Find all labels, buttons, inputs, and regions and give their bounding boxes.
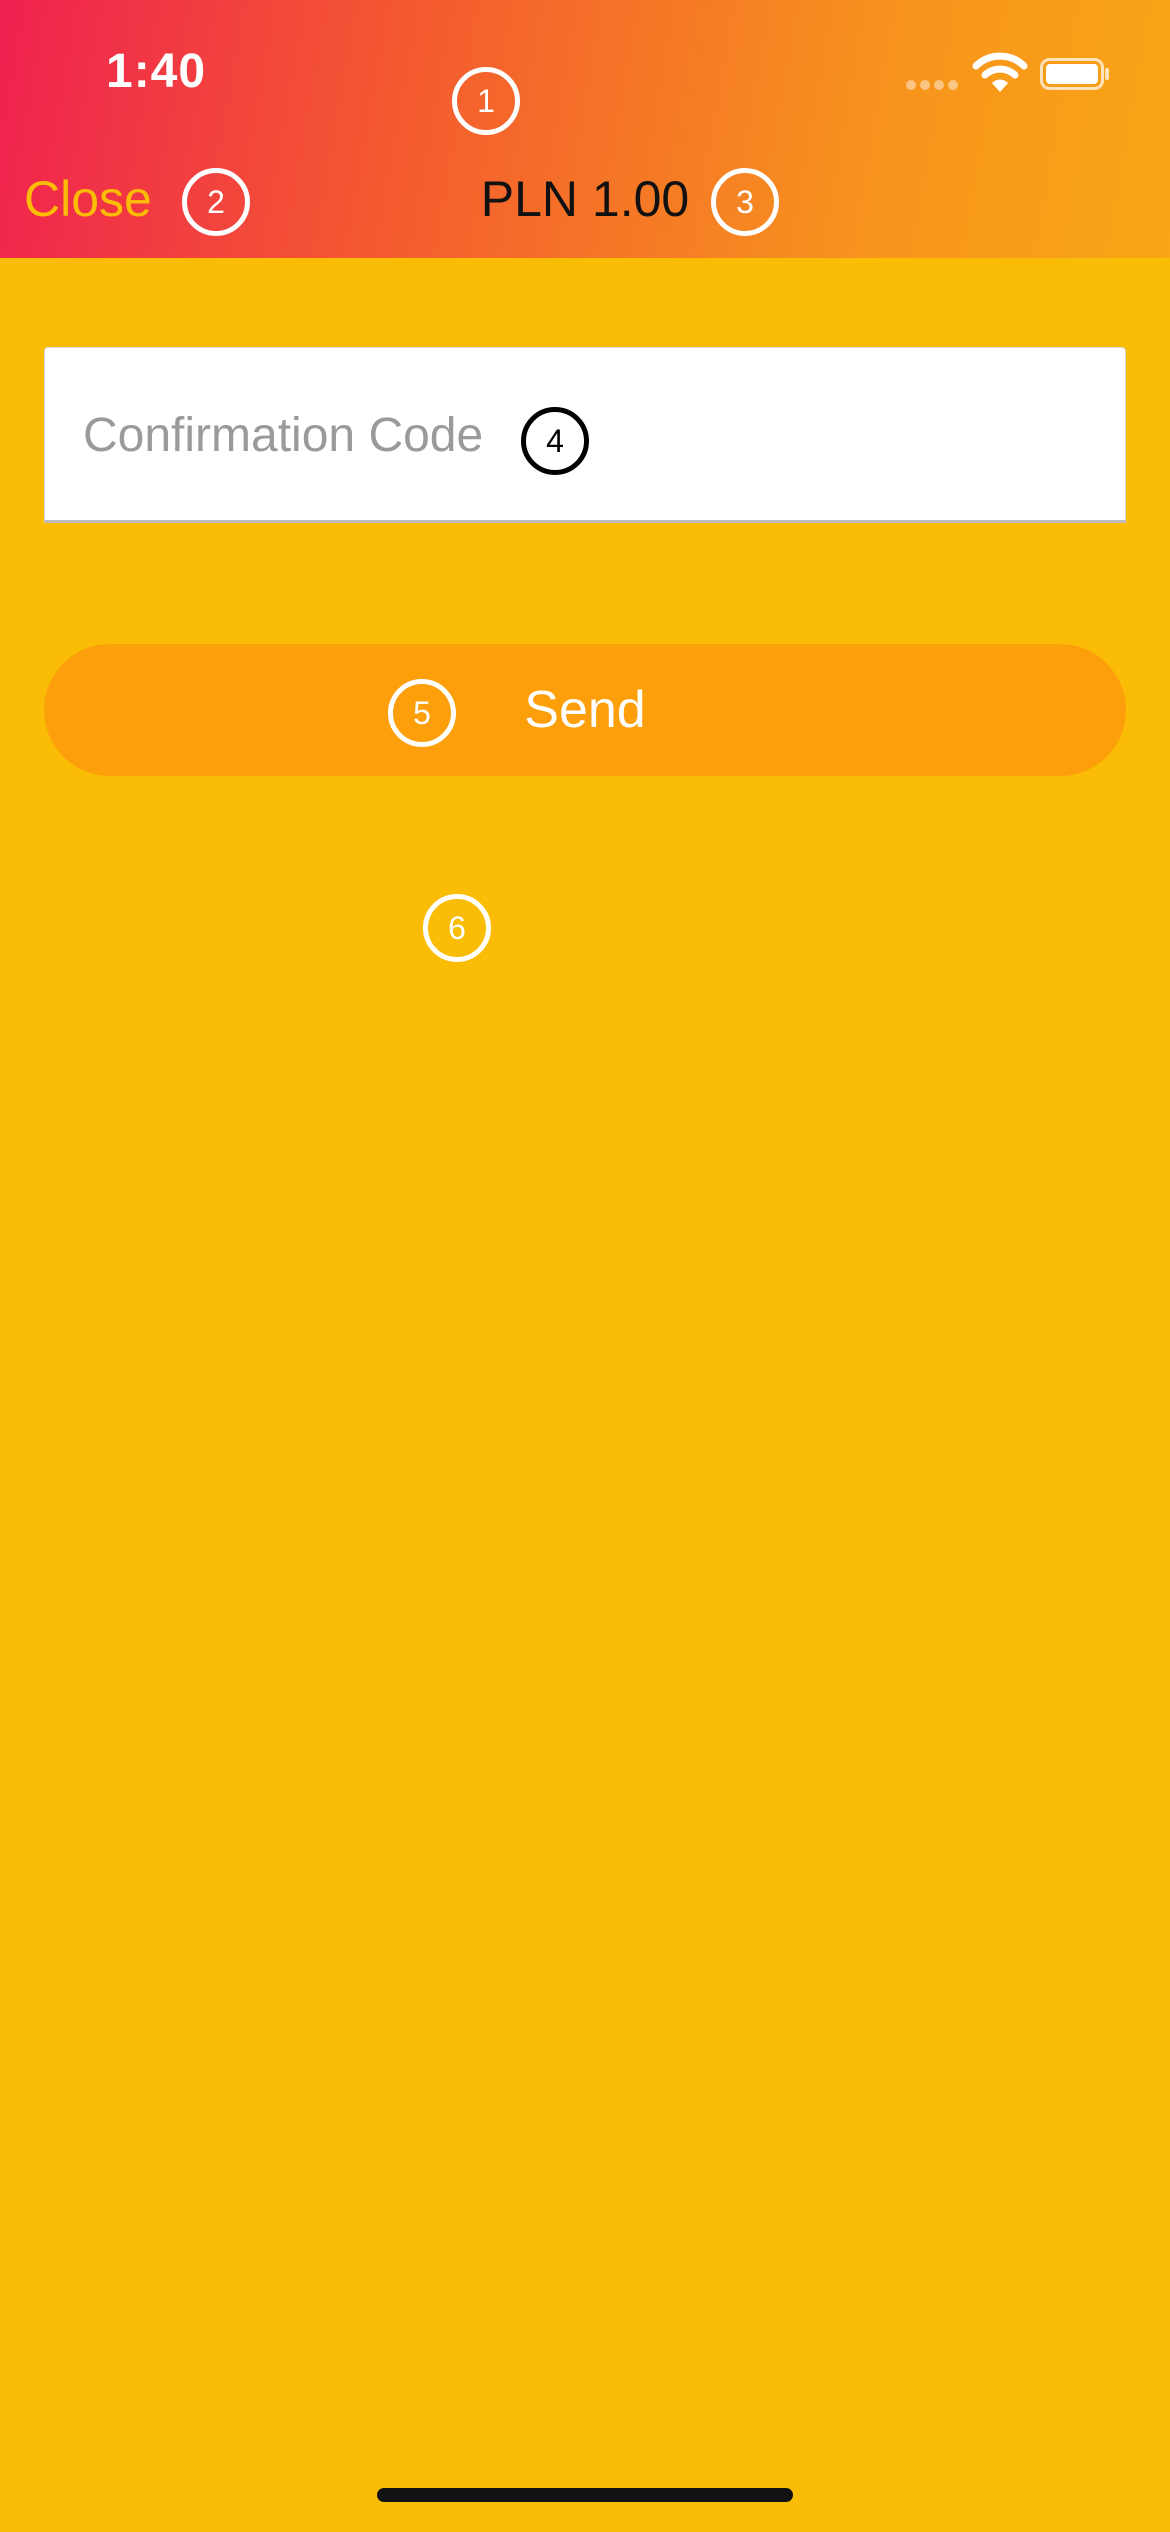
- battery-icon: [1040, 58, 1109, 90]
- annotation-marker-3: 3: [711, 168, 779, 236]
- annotation-marker-2: 2: [182, 168, 250, 236]
- cellular-signal-icon: [906, 80, 960, 92]
- annotation-marker-1: 1: [452, 67, 520, 135]
- page-title: PLN 1.00: [480, 171, 690, 227]
- status-time: 1:40: [106, 45, 207, 98]
- annotation-marker-4: 4: [521, 407, 589, 475]
- home-indicator: [377, 2488, 793, 2502]
- wifi-icon: [972, 52, 1028, 92]
- annotation-marker-6: 6: [423, 894, 491, 962]
- header-bar: 1:40 Close PLN 1.00: [0, 0, 1170, 258]
- send-button[interactable]: Send: [44, 644, 1126, 776]
- annotation-marker-5: 5: [388, 679, 456, 747]
